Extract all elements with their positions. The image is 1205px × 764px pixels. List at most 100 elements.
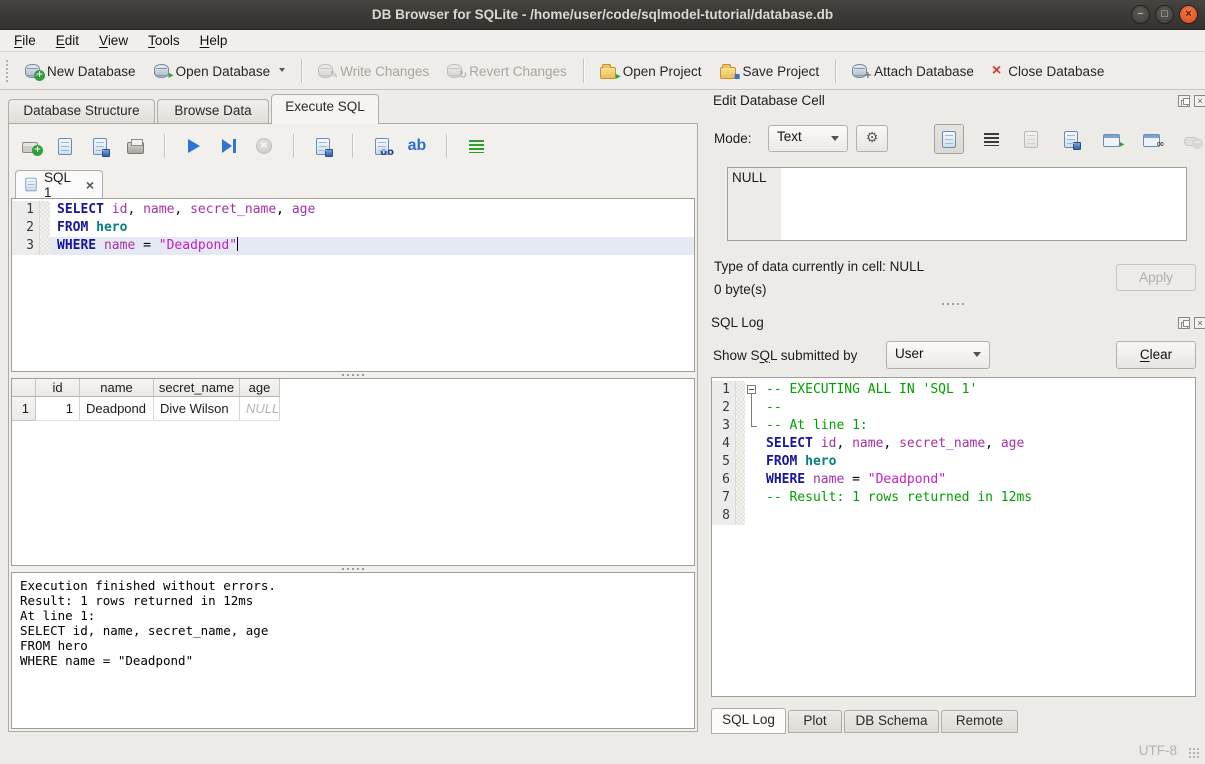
export-results-button[interactable] — [310, 132, 336, 160]
print-button[interactable] — [122, 132, 148, 160]
export-results-icon — [316, 138, 330, 155]
token-id: name — [104, 238, 135, 253]
toolbar-handle[interactable] — [6, 60, 10, 82]
table-cell[interactable]: 1 — [36, 397, 80, 421]
token-kw: WHERE — [766, 472, 805, 487]
fold-marker-column — [745, 417, 759, 435]
text-mode-button[interactable] — [934, 124, 964, 154]
minimize-button[interactable]: − — [1131, 5, 1150, 24]
maximize-button[interactable]: □ — [1155, 5, 1174, 24]
toolbar-button-label: New Database — [47, 64, 136, 79]
open-database-button[interactable]: ▸Open Database — [145, 58, 295, 85]
window-controls: −□ × — [1131, 5, 1198, 24]
auto-format-button[interactable] — [463, 132, 489, 160]
set-null-button[interactable]: − — [1178, 125, 1204, 153]
fold-margin — [40, 219, 50, 237]
tab-execute-sql[interactable]: Execute SQL — [271, 94, 379, 124]
column-header-secret_name[interactable]: secret_name — [154, 379, 240, 397]
menu-edit[interactable]: Edit — [46, 31, 89, 50]
write-changes-icon: ✎ — [318, 64, 333, 78]
toolbar-separator — [583, 59, 584, 83]
menu-view[interactable]: View — [89, 31, 138, 50]
cell-mode-select[interactable]: Text — [768, 125, 848, 152]
open-in-external-button[interactable]: ▸ — [1098, 125, 1124, 153]
save-project-button[interactable]: ▪Save Project — [711, 58, 829, 85]
menu-file[interactable]: File — [4, 31, 46, 50]
find-replace-button[interactable]: ab — [404, 132, 430, 160]
results-corner-header[interactable] — [12, 379, 36, 397]
table-cell[interactable]: Dive Wilson — [154, 397, 240, 421]
tab-database-structure[interactable]: Database Structure — [8, 99, 155, 123]
dock-splitter[interactable] — [706, 301, 1200, 307]
auto-format-icon — [469, 140, 484, 153]
sql-log-view[interactable]: 1-- EXECUTING ALL IN 'SQL 1'2--3-- At li… — [711, 377, 1196, 697]
close-dock-icon[interactable]: × — [1194, 317, 1205, 329]
mode-settings-button[interactable]: ⚙ — [856, 125, 888, 152]
close-sql-tab-icon[interactable]: × — [86, 177, 94, 193]
close-button[interactable]: × — [1179, 5, 1198, 24]
edit-cell-dock-title: Edit Database Cell — [713, 93, 825, 108]
column-header-id[interactable]: id — [36, 379, 80, 397]
word-wrap-button[interactable] — [978, 125, 1004, 153]
apply-button[interactable]: Apply — [1116, 264, 1196, 291]
line-number: 8 — [712, 507, 736, 525]
sql-document-tab[interactable]: SQL 1 × — [15, 170, 103, 198]
close-database-button[interactable]: ×Close Database — [983, 57, 1113, 85]
log-filter-select[interactable]: User — [886, 341, 990, 369]
bottom-tab-db-schema[interactable]: DB Schema — [844, 710, 939, 733]
fold-marker-column — [745, 489, 759, 507]
fold-marker-column — [745, 381, 759, 399]
fold-margin — [40, 237, 50, 255]
execute-all-button[interactable] — [181, 132, 207, 160]
float-dock-icon[interactable] — [1178, 95, 1190, 107]
import-data-button[interactable] — [1018, 125, 1044, 153]
cell-editor[interactable]: NULL — [727, 167, 1187, 241]
icon-badge: ▸ — [616, 72, 621, 82]
cell-size-label: 0 byte(s) — [714, 282, 767, 297]
code-text: FROM hero — [50, 219, 694, 237]
float-dock-icon[interactable] — [1178, 317, 1190, 329]
open-sql-file-button[interactable] — [52, 132, 78, 160]
dropdown-arrow-icon — [279, 68, 285, 75]
menu-help[interactable]: Help — [190, 31, 238, 50]
line-number: 6 — [712, 471, 736, 489]
table-cell[interactable]: Deadpond — [80, 397, 154, 421]
fold-margin — [736, 453, 745, 471]
mode-label: Mode: — [714, 131, 752, 146]
open-project-button[interactable]: ▸Open Project — [591, 58, 711, 85]
bottom-tab-sql-log[interactable]: SQL Log — [711, 708, 786, 734]
execution-message-box[interactable]: Execution finished without errors.Result… — [11, 572, 695, 729]
token-str: "Deadpond" — [868, 472, 946, 487]
code-line: 2FROM hero — [12, 219, 694, 237]
write-changes-button[interactable]: ✎Write Changes — [309, 58, 438, 85]
sql-editor[interactable]: 1SELECT id, name, secret_name, age2FROM … — [11, 198, 695, 372]
set-as-link-icon: ∞ — [1143, 134, 1160, 147]
row-number-cell[interactable]: 1 — [12, 397, 36, 421]
table-cell[interactable]: NULL — [240, 397, 280, 421]
export-data-button[interactable] — [1058, 125, 1084, 153]
bottom-tab-plot[interactable]: Plot — [788, 710, 842, 733]
resize-grip[interactable] — [1188, 747, 1200, 759]
attach-database-button[interactable]: +Attach Database — [843, 58, 983, 85]
toolbar-separator — [446, 134, 447, 158]
save-project-icon: ▪ — [720, 67, 736, 79]
set-as-link-button[interactable]: ∞ — [1138, 125, 1164, 153]
close-dock-icon[interactable]: × — [1194, 95, 1205, 107]
code-line: 8 — [712, 507, 1195, 525]
save-sql-file-button[interactable] — [87, 132, 113, 160]
toolbar-button-label: Close Database — [1008, 64, 1104, 79]
menu-tools[interactable]: Tools — [138, 31, 190, 50]
fold-marker-column — [745, 399, 759, 417]
execute-current-line-button[interactable] — [216, 132, 242, 160]
new-database-button[interactable]: +New Database — [16, 58, 145, 85]
bottom-tab-remote[interactable]: Remote — [941, 710, 1018, 733]
column-header-age[interactable]: age — [240, 379, 280, 397]
fold-collapse-icon[interactable] — [747, 385, 756, 394]
revert-changes-button[interactable]: ↻Revert Changes — [438, 58, 576, 85]
stop-button[interactable]: × — [251, 132, 277, 160]
find-button[interactable]: oo — [369, 132, 395, 160]
open-sql-tab-button[interactable]: + — [17, 132, 43, 160]
tab-browse-data[interactable]: Browse Data — [157, 99, 269, 123]
clear-log-button[interactable]: Clear — [1116, 341, 1196, 369]
column-header-name[interactable]: name — [80, 379, 154, 397]
